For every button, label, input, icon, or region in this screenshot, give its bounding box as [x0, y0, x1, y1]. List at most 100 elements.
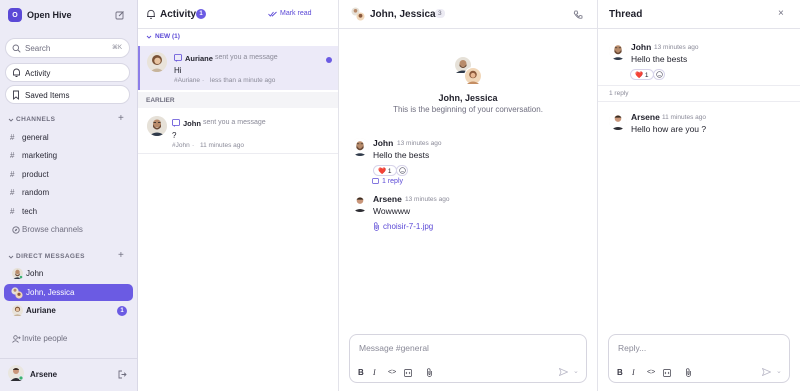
workspace-badge[interactable]: O: [8, 8, 22, 22]
search-placeholder: Search: [25, 44, 51, 53]
channel-item-general[interactable]: # general: [0, 129, 138, 146]
message-time: 13 minutes ago: [397, 140, 442, 147]
thread-reply: Arsene 11 minutes ago Hello how are you …: [598, 108, 800, 138]
hash-icon: #: [10, 207, 15, 216]
italic-icon[interactable]: I: [373, 368, 380, 377]
nav-saved-items[interactable]: Saved Items: [5, 85, 130, 104]
browse-channels-link[interactable]: Browse channels: [0, 221, 138, 238]
earlier-section: EARLIER: [138, 92, 338, 108]
group-avatar: [10, 286, 24, 299]
message-text: Hello the bests: [373, 150, 430, 160]
nav-activity-label: Activity: [25, 69, 51, 78]
intro-group-avatar: [453, 56, 483, 86]
code-icon[interactable]: <>: [647, 369, 655, 376]
nav-saved-label: Saved Items: [25, 91, 70, 100]
compose-icon[interactable]: [115, 10, 125, 20]
activity-count-badge: 1: [196, 9, 206, 19]
new-heading[interactable]: NEW (1): [146, 33, 180, 40]
avatar: [147, 52, 167, 72]
send-options-icon[interactable]: ⌄: [573, 367, 579, 375]
send-icon[interactable]: [762, 368, 771, 376]
channels-heading[interactable]: CHANNELS: [16, 116, 55, 123]
message-text: Wowwww: [373, 206, 411, 216]
nav-activity[interactable]: Activity: [5, 63, 130, 82]
notification-item[interactable]: Auriane sent you a message Hi #Auriane ·…: [138, 46, 338, 90]
code-block-icon[interactable]: [663, 368, 671, 377]
chevron-down-icon[interactable]: [8, 117, 14, 123]
user-avatar[interactable]: [8, 365, 24, 381]
avatar: [351, 138, 369, 156]
channel-item-marketing[interactable]: # marketing: [0, 147, 138, 164]
dm-item-john-jessica[interactable]: John, Jessica: [4, 284, 133, 301]
group-avatar: [351, 7, 365, 21]
message-author[interactable]: John: [631, 42, 651, 52]
add-dm-icon[interactable]: +: [118, 250, 124, 261]
message-author[interactable]: Arsene: [631, 112, 660, 122]
member-count-badge[interactable]: 3: [435, 9, 445, 18]
avatar: [609, 42, 627, 60]
notification-item[interactable]: John sent you a message ? #John · 11 min…: [138, 110, 338, 154]
earlier-heading: EARLIER: [146, 97, 175, 104]
browse-icon: [10, 225, 22, 234]
bookmark-icon: [12, 90, 20, 100]
dm-item-auriane[interactable]: Auriane 1: [4, 302, 133, 319]
add-reaction-button[interactable]: [396, 165, 408, 176]
channel-item-random[interactable]: # random: [0, 184, 138, 201]
thread-title: Thread: [609, 9, 643, 20]
hash-icon: #: [10, 188, 15, 197]
message-author[interactable]: Arsene: [373, 194, 402, 204]
attachment-link[interactable]: choisir-7-1.jpg: [373, 222, 433, 231]
divider: [598, 28, 800, 29]
dm-heading[interactable]: DIRECT MESSAGES: [16, 253, 85, 260]
reaction-chip[interactable]: ❤️ 1: [373, 165, 397, 176]
send-icon[interactable]: [559, 368, 568, 376]
send-options-icon[interactable]: ⌄: [776, 367, 782, 375]
channel-item-product[interactable]: # product: [0, 166, 138, 183]
workspace-name[interactable]: Open Hive: [27, 10, 72, 20]
add-channel-icon[interactable]: +: [118, 113, 124, 124]
unread-dot: [326, 57, 332, 63]
phone-icon[interactable]: [573, 10, 583, 20]
notification-author: Auriane: [185, 54, 213, 63]
intro-name: John, Jessica: [438, 93, 498, 103]
code-block-icon[interactable]: [404, 368, 412, 377]
formatting-toolbar: B I <>: [617, 368, 692, 377]
search-icon: [12, 44, 21, 53]
composer-placeholder: Reply...: [618, 343, 647, 353]
sidebar: O Open Hive Search ⌘K Activity Saved Ite…: [0, 0, 138, 391]
reply-composer[interactable]: Reply... B I <> ⌄: [608, 334, 790, 383]
add-reaction-button[interactable]: [653, 69, 665, 80]
notification-action: sent you a message: [215, 54, 278, 61]
notification-text: Hi: [174, 66, 182, 75]
divider: [138, 28, 338, 29]
search-input[interactable]: Search ⌘K: [5, 38, 130, 58]
invite-people-link[interactable]: Invite people: [0, 330, 138, 347]
current-user-name[interactable]: Arsene: [30, 370, 57, 379]
search-shortcut: ⌘K: [112, 45, 123, 51]
channel-item-tech[interactable]: # tech: [0, 203, 138, 220]
reply-count: 1 reply: [609, 90, 629, 97]
thread-replies-link[interactable]: 1 reply: [372, 178, 403, 185]
bold-icon[interactable]: B: [358, 368, 365, 377]
logout-icon[interactable]: [118, 370, 127, 379]
message-composer[interactable]: Message #general B I <> ⌄: [349, 334, 587, 383]
hash-icon: #: [10, 151, 15, 160]
paperclip-icon[interactable]: [426, 368, 433, 377]
close-icon[interactable]: ×: [778, 8, 784, 19]
dm-item-john[interactable]: John: [4, 265, 133, 282]
paperclip-icon[interactable]: [685, 368, 692, 377]
reaction-chip[interactable]: ❤️ 1: [630, 69, 654, 80]
bell-icon: [146, 9, 156, 20]
chat-panel: John, Jessica 3 John, Jessica This is th…: [339, 0, 598, 391]
unread-badge: 1: [117, 305, 127, 316]
mark-read-button[interactable]: Mark read: [268, 10, 312, 17]
notification-time: 11 minutes ago: [200, 142, 244, 149]
avatar: [147, 116, 167, 136]
double-check-icon: [268, 11, 277, 17]
message-author[interactable]: John: [373, 138, 393, 148]
code-icon[interactable]: <>: [388, 369, 396, 376]
italic-icon[interactable]: I: [632, 368, 639, 377]
chevron-down-icon[interactable]: [8, 254, 14, 260]
formatting-toolbar: B I <>: [358, 368, 433, 377]
bold-icon[interactable]: B: [617, 368, 624, 377]
